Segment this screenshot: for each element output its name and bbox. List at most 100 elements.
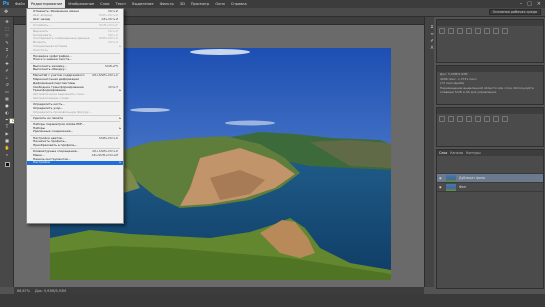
menu-item-label: Автоналожение слоев... (33, 95, 72, 100)
tab-channels[interactable]: Каналы (450, 151, 463, 155)
path-select-icon[interactable]: ▶ (2, 130, 12, 136)
menu-item-label: Настройки (33, 160, 50, 165)
layer-row[interactable]: ◉ Дубликат фона (437, 174, 543, 183)
edit-menu-dropdown: Отменить: Изменение имени Ctrl+Z Шаг впере… (26, 8, 124, 224)
minimize-button[interactable]: – (520, 1, 523, 7)
dodge-tool-icon[interactable]: ◐ (2, 109, 12, 115)
preset-icon[interactable] (466, 28, 472, 34)
tools-panel: ✥ ⬚ ➰ ✎ ⌗ ⁄ ✚ ✐ ⊥ ↺ ▭ ▦ ● ◐ ✒ T ▶ ■ ✋ ⌕ (0, 17, 14, 287)
preset-icon[interactable] (502, 28, 508, 34)
color-balance-icon[interactable] (493, 116, 499, 122)
status-bar: 66,67% Док: 5,93M/5,93M (14, 287, 424, 294)
crop-tool-icon[interactable]: ⌗ (2, 46, 12, 52)
menu-item[interactable]: Редактирование (27, 0, 66, 8)
layer-name: Дубликат фона (459, 176, 485, 180)
edit-menu-item[interactable]: Выполнить обводку... (27, 67, 123, 72)
menu-item-label: Ослабить... (33, 22, 51, 27)
color-swatches-icon[interactable] (2, 161, 12, 167)
panels-area: Док: 5,93M/5,93M 4096 пикс. x 2731 пикс.… (434, 17, 545, 294)
eraser-tool-icon[interactable]: ▭ (2, 88, 12, 94)
menu-item[interactable]: Текст (113, 0, 130, 8)
preset-icon[interactable] (448, 28, 454, 34)
vibrance-icon[interactable] (475, 116, 481, 122)
move-tool-icon[interactable]: ✥ (2, 18, 12, 24)
preset-icon[interactable] (457, 28, 463, 34)
menu-item[interactable]: Выделение (129, 0, 156, 8)
levels-icon[interactable] (448, 116, 454, 122)
zoom-tool-icon[interactable]: ⌕ (2, 151, 12, 157)
edit-menu-item[interactable]: Ослабить... Shift+Ctrl+F (27, 22, 123, 28)
layers-panel: Слои Каналы Контуры ◉ Дубликат фона ◉ Фо… (436, 149, 544, 289)
menu-item[interactable]: Окно (212, 0, 228, 8)
history-brush-icon[interactable]: ↺ (2, 81, 12, 87)
menu-item[interactable]: Справка (228, 0, 250, 8)
eyedropper-tool-icon[interactable]: ⁄ (2, 53, 12, 59)
menu-item-label: Выполнить обводку... (33, 67, 68, 72)
tab-paths[interactable]: Контуры (466, 151, 481, 155)
curves-icon[interactable] (457, 116, 463, 122)
close-button[interactable]: × (537, 1, 541, 7)
edit-menu-item[interactable]: Определить произвольную фигуру... (27, 109, 123, 115)
edit-menu-item[interactable]: Шаг назад Alt+Ctrl+Z (27, 16, 123, 22)
layer-filter-controls[interactable] (437, 156, 543, 174)
maximize-button[interactable]: □ (527, 1, 532, 7)
edit-menu-item[interactable]: Очистить (27, 47, 123, 53)
adjustments-panel (436, 107, 544, 147)
menu-item[interactable]: Файл (12, 0, 28, 8)
blur-tool-icon[interactable]: ● (2, 102, 12, 108)
submenu-arrow-icon: ▸ (119, 115, 121, 120)
hand-tool-icon[interactable]: ✋ (2, 144, 12, 150)
menu-item[interactable]: 3D (177, 0, 188, 8)
adjustment-icons (437, 114, 543, 124)
lasso-tool-icon[interactable]: ➰ (2, 32, 12, 38)
menu-item-shortcut: Shift+Ctrl+F (99, 22, 118, 27)
hue-icon[interactable] (484, 116, 490, 122)
zoom-level[interactable]: 66,67% (17, 289, 30, 293)
healing-tool-icon[interactable]: ✚ (2, 60, 12, 66)
menu-bar: Ps Файл Редактирование Изображение Слои Текс… (0, 0, 545, 8)
preset-icon[interactable] (475, 28, 481, 34)
submenu-arrow-icon: ▸ (119, 160, 121, 165)
stamp-tool-icon[interactable]: ⊥ (2, 74, 12, 80)
gradient-tool-icon[interactable]: ▦ (2, 95, 12, 101)
menu-item-label: Удаленные соединения... (33, 129, 74, 134)
menu-item[interactable]: Слои (97, 0, 112, 8)
menu-item[interactable]: Изображение (65, 0, 97, 8)
menu-item-label: Поиск и замена текста... (33, 57, 73, 62)
bw-icon[interactable] (502, 116, 508, 122)
eye-icon[interactable]: ◉ (439, 185, 443, 189)
menu-item-shortcut: Alt+Ctrl+Z (101, 16, 118, 21)
marquee-tool-icon[interactable]: ⬚ (2, 25, 12, 31)
workspace-select[interactable]: Основная рабочая среда (488, 9, 541, 15)
edit-menu-item[interactable]: Поиск и замена текста... (27, 58, 123, 62)
menu-item-label: Очистить (33, 47, 48, 52)
edit-menu-item[interactable]: Удалить из памяти ▸ (27, 115, 123, 121)
brightness-icon[interactable] (439, 116, 445, 122)
preset-icon[interactable] (484, 28, 490, 34)
layer-row[interactable]: ◉ Фон (437, 183, 543, 192)
edit-menu-item[interactable]: Удаленные соединения... (27, 130, 123, 134)
layer-thumbnail (446, 183, 456, 191)
eye-icon[interactable]: ◉ (439, 176, 443, 180)
edit-menu-item[interactable]: Преобразовать в профиль... (27, 143, 123, 148)
preset-icon[interactable] (439, 28, 445, 34)
menu-item[interactable]: Просмотр (188, 0, 212, 8)
tab-layers[interactable]: Слои (439, 151, 447, 155)
quick-select-tool-icon[interactable]: ✎ (2, 39, 12, 45)
menu-item-label: Преобразовать в профиль... (33, 143, 78, 148)
menu-item-label: Определить произвольную фигуру... (33, 109, 92, 114)
exposure-icon[interactable] (466, 116, 472, 122)
menu-item[interactable]: Фильтр (157, 0, 177, 8)
tool-presets (437, 26, 543, 36)
photoshop-logo: Ps (2, 1, 10, 7)
window-controls: – □ × (520, 1, 545, 7)
panel-dock-icons: ⧖ ≡ ✐ A (424, 17, 434, 287)
bottom-strip (0, 294, 545, 307)
brush-tool-icon[interactable]: ✐ (2, 67, 12, 73)
shape-tool-icon[interactable]: ■ (2, 137, 12, 143)
menu-items: Файл Редактирование Изображение Слои Текст Вы… (12, 0, 250, 8)
preset-icon[interactable] (493, 28, 499, 34)
edit-menu-item[interactable]: Автоналожение слоев... (27, 95, 123, 101)
edit-menu-item[interactable]: Настройки ▸ (27, 160, 123, 166)
menu-item-label: Шаг назад (33, 16, 50, 21)
